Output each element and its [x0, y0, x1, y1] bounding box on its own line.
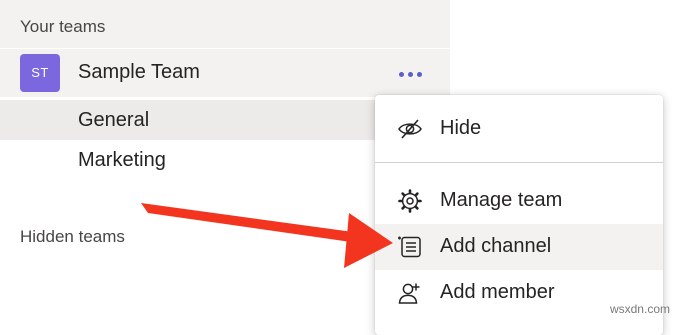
more-options-button[interactable]: [394, 59, 428, 87]
more-options-dot-icon: [399, 72, 404, 77]
more-options-dot-icon: [417, 72, 422, 77]
menu-item-label: Hide: [440, 117, 482, 139]
more-options-dot-icon: [408, 72, 413, 77]
add-person-icon: [398, 283, 420, 304]
gear-icon: [398, 189, 422, 213]
menu-divider: [375, 162, 663, 163]
team-name: Sample Team: [78, 61, 200, 83]
menu-item-add-channel[interactable]: Add channel: [375, 224, 663, 270]
channel-label: Marketing: [78, 149, 166, 171]
team-avatar: ST: [20, 54, 60, 92]
team-row-sample-team[interactable]: ST Sample Team: [0, 49, 450, 97]
menu-item-manage-team[interactable]: Manage team: [375, 178, 663, 224]
watermark-text: wsxdn.com: [609, 302, 670, 316]
menu-item-label: Add member: [440, 281, 555, 303]
your-teams-header: Your teams: [20, 17, 106, 36]
eye-off-icon: [398, 119, 422, 139]
menu-item-label: Add channel: [440, 235, 552, 257]
team-context-menu: Hide Manage team Add channel Add member: [375, 95, 663, 335]
hidden-teams-header[interactable]: Hidden teams: [20, 227, 125, 247]
channel-label: General: [78, 109, 150, 131]
menu-item-label: Manage team: [440, 189, 563, 211]
channel-list-icon: [398, 236, 421, 258]
menu-item-hide[interactable]: Hide: [375, 106, 663, 152]
